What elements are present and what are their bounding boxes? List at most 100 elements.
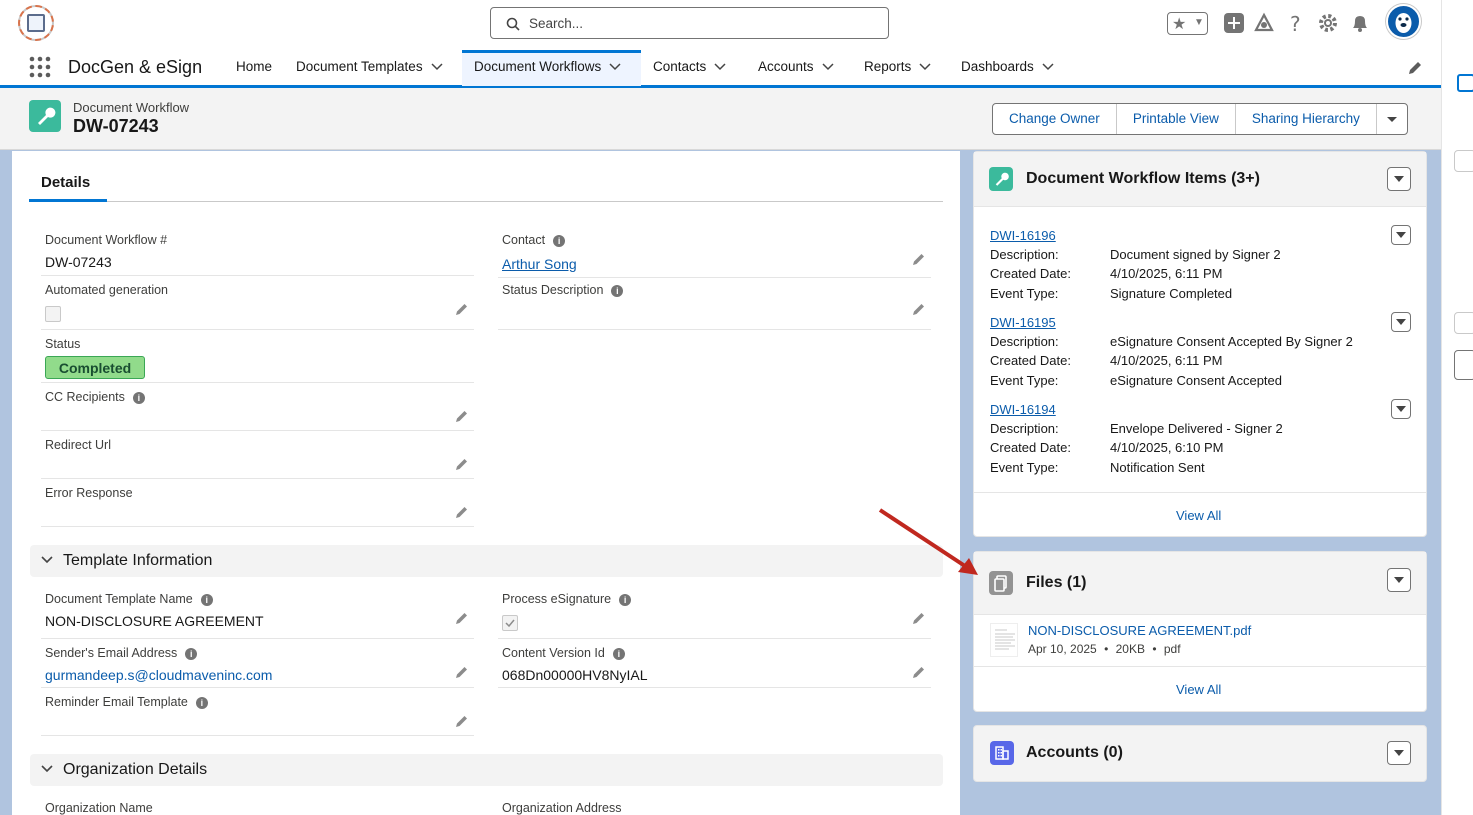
nav-item-document-workflows[interactable]: Document Workflows — [462, 50, 641, 86]
status-description-label-text: Status Description — [502, 283, 604, 297]
more-actions-button[interactable] — [1377, 104, 1407, 134]
pencil-icon[interactable] — [455, 409, 469, 423]
event-type-label: Event Type: — [990, 373, 1059, 388]
workflow-item-link[interactable]: DWI-16195 — [990, 315, 1056, 330]
file-thumbnail[interactable] — [990, 623, 1018, 657]
chevron-down-icon[interactable] — [714, 63, 726, 71]
file-date: Apr 10, 2025 — [1028, 642, 1097, 656]
panel-toggle-button[interactable] — [1454, 312, 1473, 334]
field-divider — [41, 430, 474, 431]
nav-item-label: Contacts — [653, 59, 707, 74]
global-actions-icon[interactable] — [1223, 12, 1245, 34]
printable-view-button[interactable]: Printable View — [1117, 104, 1236, 134]
field-divider — [498, 638, 931, 639]
workflow-items-title[interactable]: Document Workflow Items (3+) — [1026, 170, 1260, 188]
app-logo[interactable] — [18, 5, 54, 41]
favorites-button[interactable]: ★ ▼ — [1167, 12, 1208, 35]
info-icon[interactable]: i — [185, 647, 198, 660]
workflow-item-menu-button[interactable] — [1391, 312, 1411, 332]
tab-details[interactable]: Details — [41, 174, 90, 191]
user-avatar[interactable] — [1386, 4, 1421, 39]
panel-toggle-button[interactable] — [1454, 150, 1473, 172]
info-icon[interactable]: i — [200, 593, 213, 606]
workflow-number-label: Document Workflow # — [45, 233, 168, 247]
nav-item-accounts[interactable]: Accounts — [746, 50, 834, 86]
help-icon[interactable]: ? — [1285, 12, 1307, 34]
files-menu-button[interactable] — [1387, 568, 1411, 592]
chevron-down-icon[interactable] — [609, 63, 621, 71]
section-organization-details[interactable]: Organization Details — [30, 754, 943, 786]
pencil-icon[interactable] — [912, 302, 926, 316]
annotation-arrow-icon — [878, 508, 978, 575]
edit-nav-icon[interactable] — [1407, 60, 1423, 76]
workflow-item-menu-button[interactable] — [1391, 225, 1411, 245]
event-type-label: Event Type: — [990, 286, 1059, 301]
info-icon[interactable]: i — [619, 593, 632, 606]
section-title: Organization Details — [63, 761, 208, 778]
sharing-hierarchy-button[interactable]: Sharing Hierarchy — [1236, 104, 1377, 134]
pencil-icon[interactable] — [455, 505, 469, 519]
global-search-input[interactable]: Search... — [490, 7, 889, 39]
pencil-icon[interactable] — [912, 252, 926, 266]
description-label: Description: — [990, 421, 1059, 436]
accounts-title[interactable]: Accounts (0) — [1026, 744, 1123, 762]
pencil-icon[interactable] — [455, 457, 469, 471]
files-view-all-link[interactable]: View All — [1176, 682, 1221, 697]
nav-item-home[interactable]: Home — [224, 50, 284, 86]
pencil-icon[interactable] — [912, 665, 926, 679]
file-name-link[interactable]: NON-DISCLOSURE AGREEMENT.pdf — [1028, 623, 1251, 638]
workflow-item-link[interactable]: DWI-16194 — [990, 402, 1056, 417]
section-template-information[interactable]: Template Information — [30, 545, 943, 577]
workflow-item-link[interactable]: DWI-16196 — [990, 228, 1056, 243]
pencil-icon[interactable] — [455, 665, 469, 679]
sender-email-link[interactable]: gurmandeep.s@cloudmaveninc.com — [45, 667, 272, 683]
file-extension: pdf — [1163, 642, 1181, 656]
app-launcher-icon[interactable] — [29, 56, 51, 78]
workflow-item-menu-button[interactable] — [1391, 399, 1411, 419]
nav-item-reports[interactable]: Reports — [852, 50, 931, 86]
change-owner-button[interactable]: Change Owner — [993, 104, 1117, 134]
process-esignature-checkbox[interactable] — [502, 615, 518, 631]
workflow-items-view-all-link[interactable]: View All — [1176, 508, 1221, 523]
automated-generation-checkbox[interactable] — [45, 306, 61, 322]
chevron-down-icon — [1396, 406, 1406, 412]
pencil-icon[interactable] — [455, 611, 469, 625]
workflow-items-menu-button[interactable] — [1387, 167, 1411, 191]
field-divider — [41, 526, 474, 527]
file-size: 20KB — [1115, 642, 1145, 656]
chevron-down-icon[interactable] — [1042, 63, 1054, 71]
gear-icon[interactable] — [1317, 12, 1339, 34]
accounts-menu-button[interactable] — [1387, 741, 1411, 765]
bell-icon[interactable] — [1349, 12, 1371, 34]
info-icon[interactable]: i — [132, 391, 145, 404]
status-label: Status — [45, 337, 81, 351]
redirect-url-label: Redirect Url — [45, 438, 111, 452]
files-title[interactable]: Files (1) — [1026, 574, 1086, 592]
nav-item-contacts[interactable]: Contacts — [641, 50, 726, 86]
pencil-icon[interactable] — [455, 714, 469, 728]
created-date-value: 4/10/2025, 6:11 PM — [1110, 266, 1223, 281]
organization-name-label: Organization Name — [45, 801, 153, 815]
pencil-icon[interactable] — [912, 611, 926, 625]
chevron-down-icon[interactable] — [919, 63, 931, 71]
info-icon[interactable]: i — [612, 647, 625, 660]
description-value: Document signed by Signer 2 — [1110, 247, 1281, 262]
nav-item-label: Document Workflows — [474, 59, 602, 74]
trailhead-icon[interactable] — [1253, 12, 1275, 34]
chevron-down-icon[interactable] — [822, 63, 834, 71]
field-divider — [41, 638, 474, 639]
nav-item-document-templates[interactable]: Document Templates — [284, 50, 453, 86]
nav-item-label: Reports — [864, 59, 912, 74]
nav-item-dashboards[interactable]: Dashboards — [949, 50, 1054, 86]
cc-recipients-label: CC Recipients i — [45, 390, 145, 404]
contact-link[interactable]: Arthur Song — [502, 256, 577, 272]
chevron-down-icon[interactable] — [431, 63, 443, 71]
info-icon[interactable]: i — [553, 234, 566, 247]
panel-search-input[interactable] — [1454, 350, 1473, 380]
details-card — [12, 151, 960, 815]
card-footer-divider — [974, 666, 1426, 667]
info-icon[interactable]: i — [195, 696, 208, 709]
pencil-icon[interactable] — [455, 302, 469, 316]
info-icon[interactable]: i — [611, 284, 624, 297]
template-name-label-text: Document Template Name — [45, 592, 193, 606]
